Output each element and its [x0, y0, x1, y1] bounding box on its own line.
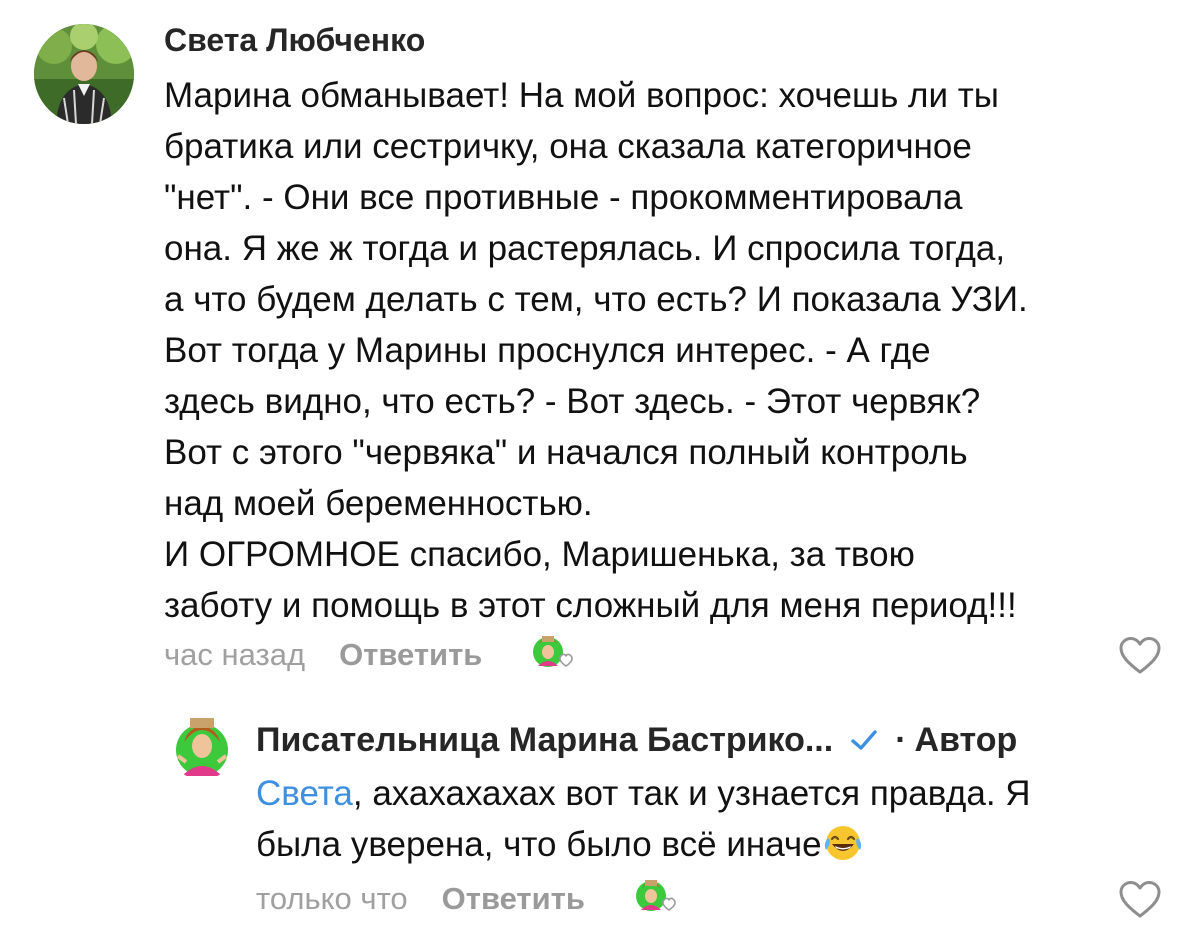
comment-text-line: она. Я же ж тогда и растерялась. И спрос…: [164, 229, 1006, 268]
comment-timestamp: час назад: [164, 637, 306, 672]
author-badge: Автор: [914, 720, 1018, 759]
comment-text-line: И ОГРОМНОЕ спасибо, Маришенька, за твою: [164, 535, 915, 574]
reply-button[interactable]: Ответить: [442, 881, 585, 917]
comment-author[interactable]: Писательница Марина Бастрико...: [256, 718, 833, 762]
tears-of-joy-emoji-icon: [822, 822, 864, 864]
comment-text-line: братика или сестричку, она сказала катег…: [164, 127, 972, 166]
avatar[interactable]: [170, 716, 234, 780]
comment-text-line: здесь видно, что есть? - Вот здесь. - Эт…: [164, 382, 981, 421]
comment-text-line: Вот тогда у Марины проснулся интерес. - …: [164, 331, 931, 370]
comment-text-line: Марина обманывает! На мой вопрос: хочешь…: [164, 76, 999, 115]
comment-text: Света, ахахахахах вот так и узнается пра…: [256, 768, 1176, 870]
reply-button[interactable]: Ответить: [339, 637, 482, 673]
comment-text-line: над моей беременностью.: [164, 484, 593, 523]
reply-comment: Писательница Марина Бастрико... · Автор …: [0, 700, 1200, 928]
heart-outline-icon[interactable]: [1118, 636, 1162, 676]
heart-outline-icon[interactable]: [1118, 880, 1162, 920]
comment-author[interactable]: Света Любченко: [164, 20, 425, 60]
comment-meta: только что Ответить: [256, 876, 685, 922]
verified-check-icon: [847, 723, 881, 757]
comment-text-line: а что будем делать с тем, что есть? И по…: [164, 280, 1028, 319]
comment-text-line: была уверена, что было всё иначе: [256, 819, 1176, 870]
comment-timestamp: только что: [256, 881, 408, 916]
comment-text-line: Вот с этого "червяка" и начался полный к…: [164, 433, 968, 472]
author-liked-reaction-icon: [530, 632, 582, 678]
comment-meta: час назад Ответить: [164, 632, 582, 678]
separator: ·: [895, 720, 907, 759]
comment-text-line: Света, ахахахахах вот так и узнается пра…: [256, 768, 1176, 819]
avatar[interactable]: [34, 24, 134, 124]
author-liked-reaction-icon: [633, 876, 685, 922]
mention-link[interactable]: Света: [256, 774, 353, 813]
comment-text: Марина обманывает! На мой вопрос: хочешь…: [164, 70, 1184, 631]
comment-text-fragment: , ахахахахах вот так и узнается правда. …: [352, 774, 1031, 813]
comment-text-fragment: была уверена, что было всё иначе: [256, 825, 822, 864]
comment-text-line: "нет". - Они все противные - прокомменти…: [164, 178, 963, 217]
reply-header: Писательница Марина Бастрико... · Автор: [256, 718, 1017, 762]
comment: Света Любченко Марина обманывает! На мой…: [0, 0, 1200, 700]
comment-text-line: заботу и помощь в этот сложный для меня …: [164, 586, 1017, 625]
